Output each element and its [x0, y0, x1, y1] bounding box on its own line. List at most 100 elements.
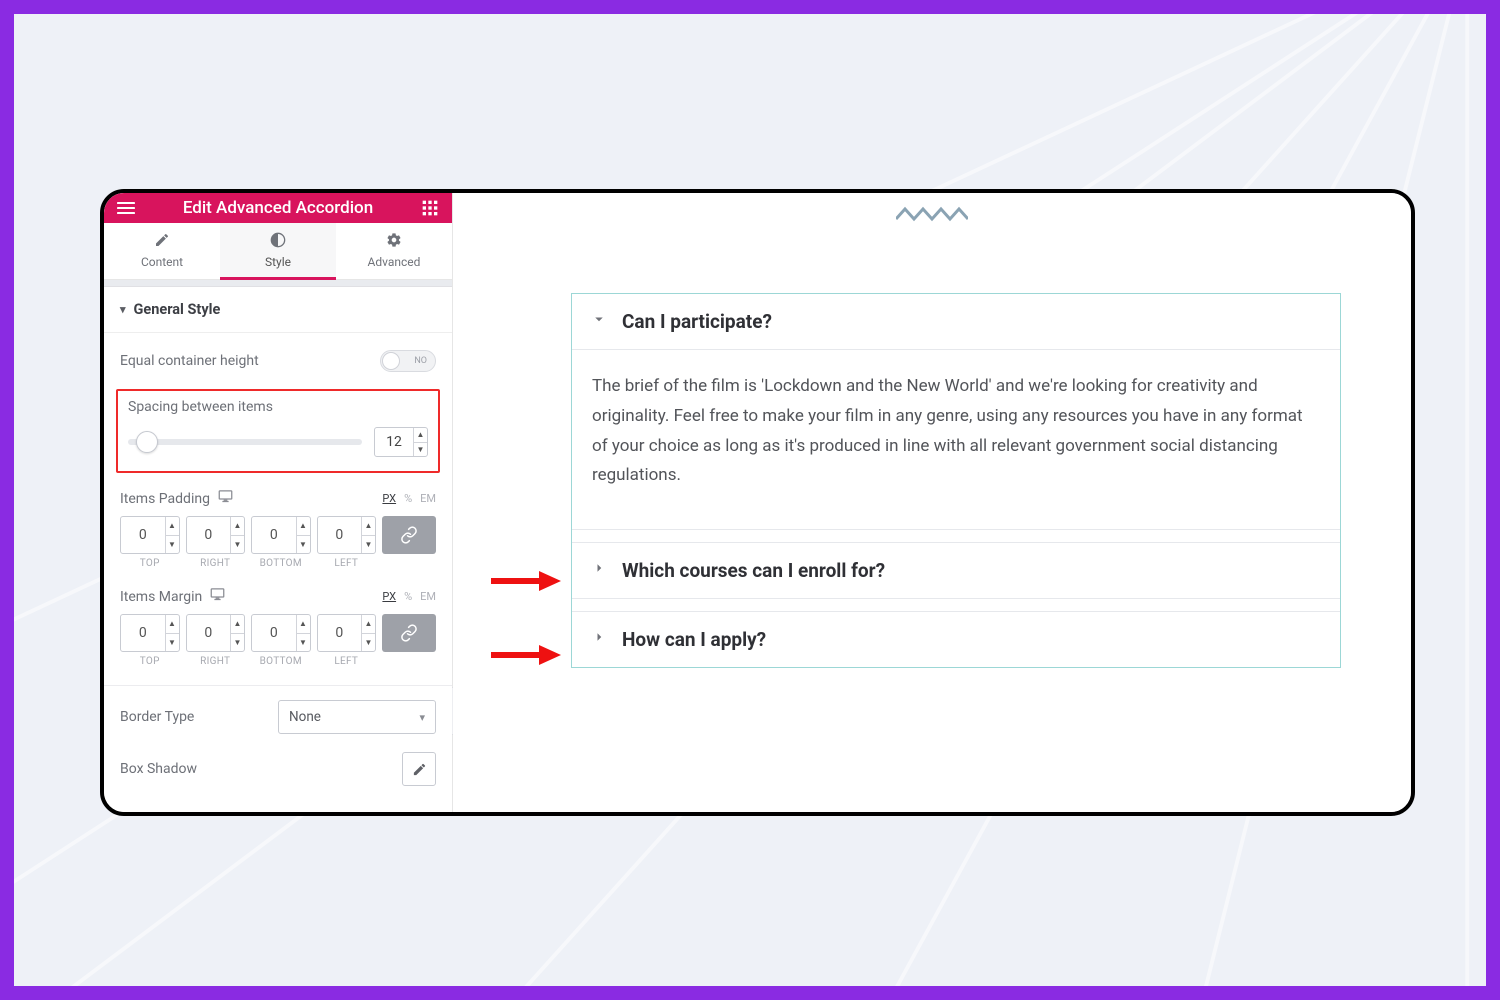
box-shadow-edit-button[interactable]	[402, 752, 436, 786]
spin-down-icon[interactable]: ▼	[231, 536, 244, 554]
spin-up-icon[interactable]: ▲	[231, 615, 244, 634]
padding-right-input[interactable]: 0▲▼	[186, 516, 246, 554]
margin-bottom-input[interactable]: 0▲▼	[251, 614, 311, 652]
accordion-item-1: Can I participate? The brief of the film…	[572, 294, 1340, 530]
sidebar: Edit Advanced Accordion Content Style	[104, 193, 453, 812]
unit-em[interactable]: EM	[420, 590, 436, 603]
unit-em[interactable]: EM	[420, 492, 436, 505]
section-body: Equal container height NO Spacing betwee…	[104, 333, 452, 812]
slider-thumb[interactable]	[136, 431, 158, 453]
unit-px[interactable]: PX	[382, 492, 396, 505]
editor-window: Edit Advanced Accordion Content Style	[100, 189, 1415, 816]
accordion-item-2: Which courses can I enroll for?	[572, 542, 1340, 599]
panel-tabs: Content Style Advanced	[104, 223, 452, 280]
spin-up-icon[interactable]: ▲	[362, 615, 375, 634]
items-padding-header: Items Padding PX % EM	[120, 489, 436, 508]
tab-advanced-label: Advanced	[368, 255, 421, 269]
spacing-slider[interactable]	[128, 439, 362, 445]
tab-advanced[interactable]: Advanced	[336, 223, 452, 279]
padding-link-button[interactable]	[382, 516, 436, 554]
spin-up-icon[interactable]: ▲	[297, 615, 310, 634]
pencil-icon	[104, 232, 220, 251]
accordion-gap	[572, 599, 1340, 611]
margin-top-input[interactable]: 0▲▼	[120, 614, 180, 652]
items-padding-label: Items Padding	[120, 491, 210, 507]
section-general-style[interactable]: ▾ General Style	[104, 287, 452, 333]
unit-px[interactable]: PX	[382, 590, 396, 603]
spin-down-icon[interactable]: ▼	[297, 634, 310, 652]
accordion-widget: Can I participate? The brief of the film…	[571, 293, 1341, 668]
margin-captions: TOP RIGHT BOTTOM LEFT	[120, 656, 436, 667]
spin-down-icon[interactable]: ▼	[166, 634, 179, 652]
spacing-input[interactable]: 12 ▲ ▼	[374, 427, 428, 457]
annotation-arrow	[491, 645, 561, 665]
margin-inputs: 0▲▼ 0▲▼ 0▲▼ 0▲▼	[120, 614, 436, 652]
spin-up-icon[interactable]: ▲	[362, 517, 375, 536]
tab-style-label: Style	[265, 255, 291, 269]
toggle-knob	[382, 352, 400, 370]
toggle-text: NO	[414, 356, 427, 366]
accordion-item-3: How can I apply?	[572, 611, 1340, 667]
spacing-label: Spacing between items	[128, 399, 428, 415]
menu-icon[interactable]	[116, 198, 136, 218]
accordion-header[interactable]: Which courses can I enroll for?	[572, 543, 1340, 598]
spin-down-icon[interactable]: ▼	[297, 536, 310, 554]
spin-up-icon[interactable]: ▲	[166, 517, 179, 536]
margin-right-input[interactable]: 0▲▼	[186, 614, 246, 652]
accordion-header[interactable]: Can I participate?	[572, 294, 1340, 349]
desktop-icon[interactable]	[218, 489, 233, 508]
chevron-down-icon: ▾	[419, 711, 425, 724]
items-margin-label: Items Margin	[120, 589, 202, 605]
unit-pct[interactable]: %	[404, 590, 412, 603]
accordion-title: Can I participate?	[622, 310, 772, 333]
accordion-content: The brief of the film is 'Lockdown and t…	[572, 349, 1340, 529]
spacing-control-highlight: Spacing between items 12 ▲ ▼	[116, 389, 440, 473]
padding-inputs: 0▲▼ 0▲▼ 0▲▼ 0▲▼	[120, 516, 436, 554]
padding-top-input[interactable]: 0▲▼	[120, 516, 180, 554]
preview-canvas: Can I participate? The brief of the film…	[453, 193, 1411, 812]
spin-down-icon[interactable]: ▼	[362, 536, 375, 554]
spin-up-icon[interactable]: ▲	[231, 517, 244, 536]
equal-height-toggle[interactable]: NO	[380, 350, 436, 372]
accordion-title: Which courses can I enroll for?	[622, 559, 885, 582]
apps-icon[interactable]	[420, 198, 440, 218]
accordion-header[interactable]: How can I apply?	[572, 612, 1340, 667]
chevron-down-icon	[590, 310, 608, 333]
gear-icon	[336, 232, 452, 251]
border-type-label: Border Type	[120, 709, 194, 725]
border-type-row: Border Type None ▾	[120, 700, 436, 734]
border-type-value: None	[289, 709, 321, 725]
box-shadow-row: Box Shadow	[120, 752, 436, 786]
box-shadow-label: Box Shadow	[120, 761, 197, 777]
border-type-select[interactable]: None ▾	[278, 700, 436, 734]
sidebar-strip	[104, 280, 452, 287]
accordion-title: How can I apply?	[622, 628, 766, 651]
equal-height-row: Equal container height NO	[120, 347, 436, 375]
spin-up-icon[interactable]: ▲	[297, 517, 310, 536]
unit-pct[interactable]: %	[404, 492, 412, 505]
sidebar-header: Edit Advanced Accordion	[104, 193, 452, 223]
padding-left-input[interactable]: 0▲▼	[317, 516, 377, 554]
padding-bottom-input[interactable]: 0▲▼	[251, 516, 311, 554]
panel-title: Edit Advanced Accordion	[136, 198, 420, 218]
tab-content-label: Content	[141, 255, 183, 269]
accordion-gap	[572, 530, 1340, 542]
tab-style[interactable]: Style	[220, 223, 336, 279]
spin-down-icon[interactable]: ▼	[414, 443, 427, 457]
zigzag-icon	[896, 205, 968, 223]
caret-down-icon: ▾	[120, 303, 126, 316]
spin-down-icon[interactable]: ▼	[231, 634, 244, 652]
contrast-icon	[220, 232, 336, 251]
margin-link-button[interactable]	[382, 614, 436, 652]
padding-captions: TOP RIGHT BOTTOM LEFT	[120, 558, 436, 569]
spin-down-icon[interactable]: ▼	[362, 634, 375, 652]
desktop-icon[interactable]	[210, 587, 225, 606]
chevron-right-icon	[590, 559, 608, 582]
padding-units: PX % EM	[382, 492, 436, 505]
spin-down-icon[interactable]: ▼	[166, 536, 179, 554]
divider	[104, 685, 452, 686]
tab-content[interactable]: Content	[104, 223, 220, 279]
spin-up-icon[interactable]: ▲	[166, 615, 179, 634]
spin-up-icon[interactable]: ▲	[414, 428, 427, 443]
margin-left-input[interactable]: 0▲▼	[317, 614, 377, 652]
